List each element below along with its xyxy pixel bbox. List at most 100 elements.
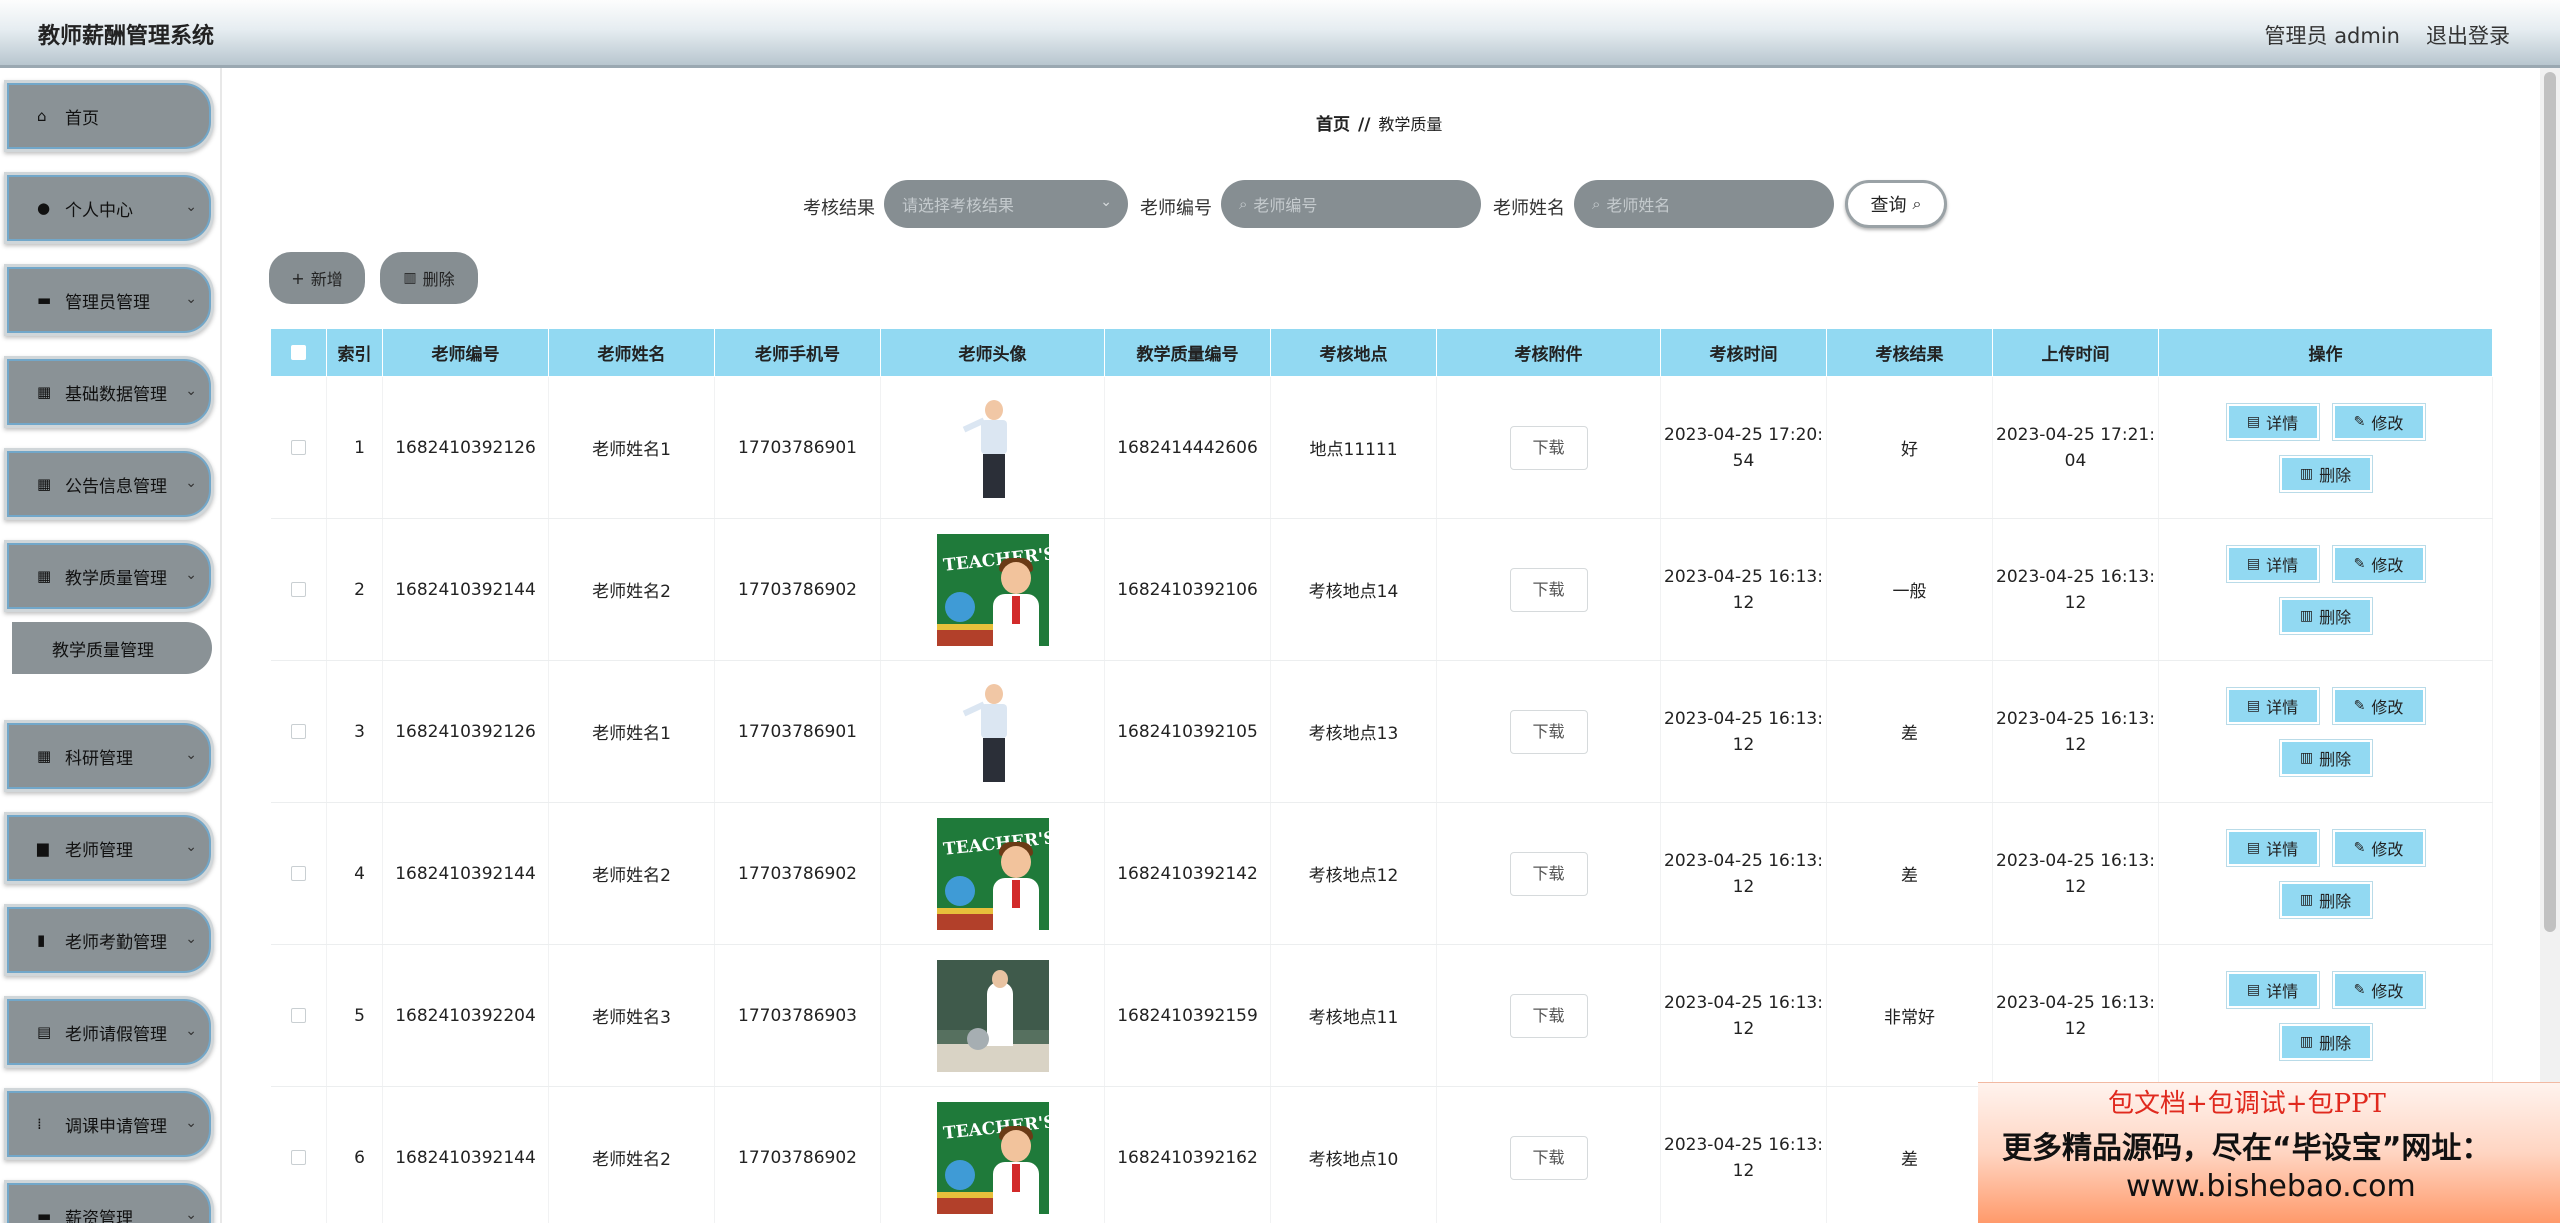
- sidebar-item-9[interactable]: ▤ 老师请假管理 ⌄: [4, 996, 214, 1068]
- row-checkbox[interactable]: [290, 1150, 306, 1165]
- result-cell: 好: [1826, 376, 1993, 519]
- plus-icon: +: [291, 268, 305, 288]
- row-select-cell: [270, 944, 327, 1087]
- logout-link[interactable]: 退出登录: [2426, 20, 2510, 50]
- breadcrumb-home[interactable]: 首页: [1316, 115, 1350, 135]
- sidebar-item-label: 首页: [65, 108, 99, 129]
- teacher-no-cell: 1682410392126: [382, 660, 549, 803]
- location-cell: 考核地点11: [1270, 944, 1437, 1087]
- delete-selected-button[interactable]: ▥ 删除: [380, 252, 478, 304]
- sidebar-item-10[interactable]: ⁞ 调课申请管理 ⌄: [4, 1088, 214, 1160]
- sidebar-item-4[interactable]: ▦ 公告信息管理 ⌄: [4, 448, 214, 520]
- operations-cell: ▤ 详情 ✎ 修改 ▥ 删除: [2158, 802, 2493, 945]
- teacher-no-input[interactable]: ⌕ 老师编号: [1221, 180, 1481, 228]
- delete-row-button[interactable]: ▥ 删除: [2279, 739, 2372, 776]
- detail-button[interactable]: ▤ 详情: [2226, 545, 2319, 582]
- detail-button[interactable]: ▤ 详情: [2226, 829, 2319, 866]
- pencil-icon: ✎: [2353, 839, 2366, 856]
- edit-label: 修改: [2371, 839, 2404, 859]
- teacher-no-filter-label: 老师编号: [1140, 198, 1212, 219]
- result-cell: 差: [1826, 802, 1993, 945]
- edit-button[interactable]: ✎ 修改: [2332, 687, 2425, 724]
- trash-icon: ▥: [2299, 749, 2314, 766]
- delete-row-button[interactable]: ▥ 删除: [2279, 597, 2372, 634]
- avatar-books: [936, 1191, 993, 1214]
- delete-row-button[interactable]: ▥ 删除: [2279, 881, 2372, 918]
- teacher-name-cell: 老师姓名2: [548, 802, 715, 945]
- download-button[interactable]: 下载: [1509, 993, 1588, 1038]
- upload-time-date: 2023-04-25 16:13:: [1996, 992, 2155, 1013]
- exam-time-cell: 2023-04-25 16:13: 12: [1660, 1086, 1827, 1223]
- select-all-checkbox[interactable]: [291, 345, 306, 360]
- exam-time-date: 2023-04-25 16:13:: [1664, 566, 1823, 587]
- operations-row: ▤ 详情 ✎ 修改: [2159, 971, 2492, 1008]
- sidebar-item-1[interactable]: ● 个人中心 ⌄: [4, 172, 214, 244]
- download-button[interactable]: 下载: [1509, 709, 1588, 754]
- row-checkbox[interactable]: [290, 1008, 306, 1023]
- sidebar-item-0[interactable]: ⌂ 首页: [4, 80, 214, 152]
- quality-no-cell: 1682414442606: [1104, 376, 1271, 519]
- teacher-name-cell: 老师姓名2: [548, 518, 715, 661]
- chevron-down-icon: ⌄: [185, 475, 197, 491]
- operations-row: ▥ 删除: [2159, 1023, 2492, 1060]
- teacher-name-input[interactable]: ⌕ 老师姓名: [1574, 180, 1834, 228]
- promo-url: www.bishebao.com: [2126, 1169, 2416, 1204]
- delete-row-button[interactable]: ▥ 删除: [2279, 1023, 2372, 1060]
- exam-time-seconds: 12: [1732, 1160, 1755, 1181]
- document-icon: ▤: [2246, 413, 2261, 430]
- row-checkbox[interactable]: [290, 724, 306, 739]
- sidebar-item-label: 科研管理: [65, 748, 133, 769]
- edit-button[interactable]: ✎ 修改: [2332, 829, 2425, 866]
- detail-button[interactable]: ▤ 详情: [2226, 971, 2319, 1008]
- edit-button[interactable]: ✎ 修改: [2332, 403, 2425, 440]
- download-button[interactable]: 下载: [1509, 425, 1588, 470]
- grid-icon: ▦: [37, 567, 52, 585]
- add-button[interactable]: + 新增: [269, 252, 365, 304]
- row-checkbox[interactable]: [290, 582, 306, 597]
- row-select-cell: [270, 376, 327, 519]
- edit-button[interactable]: ✎ 修改: [2332, 545, 2425, 582]
- avatar-cell: TEACHER'S: [880, 518, 1105, 661]
- avatar-phead: [991, 969, 1008, 988]
- delete-row-button[interactable]: ▥ 删除: [2279, 455, 2372, 492]
- download-button[interactable]: 下载: [1509, 567, 1588, 612]
- upload-time-seconds: 04: [2064, 450, 2087, 471]
- document-icon: ▤: [2246, 697, 2261, 714]
- detail-button[interactable]: ▤ 详情: [2226, 687, 2319, 724]
- upload-time-date: 2023-04-25 16:13:: [1996, 850, 2155, 871]
- sidebar-item-7[interactable]: ▆ 老师管理 ⌄: [4, 812, 214, 884]
- teacher-no-cell: 1682410392144: [382, 518, 549, 661]
- column-header: 上传时间: [1992, 328, 2159, 377]
- result-select-placeholder: 请选择考核结果: [902, 196, 1015, 215]
- operations-row: ▥ 删除: [2159, 597, 2492, 634]
- result-select[interactable]: 请选择考核结果 ⌄: [884, 180, 1128, 228]
- quality-no-cell: 1682410392162: [1104, 1086, 1271, 1223]
- sidebar-item-2[interactable]: ▬ 管理员管理 ⌄: [4, 264, 214, 336]
- edit-button[interactable]: ✎ 修改: [2332, 971, 2425, 1008]
- detail-button[interactable]: ▤ 详情: [2226, 403, 2319, 440]
- query-button-label: 查询: [1870, 195, 1907, 216]
- page-scrollbar[interactable]: [2540, 68, 2560, 1223]
- sidebar-item-5[interactable]: ▦ 教学质量管理 ⌄: [4, 540, 214, 612]
- scrollbar-thumb[interactable]: [2544, 72, 2556, 932]
- attachment-cell: 下载: [1436, 376, 1661, 519]
- sidebar-item-6[interactable]: ▦ 科研管理 ⌄: [4, 720, 214, 792]
- phone-cell: 17703786901: [714, 376, 881, 519]
- download-button[interactable]: 下载: [1509, 1135, 1588, 1180]
- apps-icon: ⁞: [37, 1115, 42, 1133]
- delete-label: 删除: [2319, 749, 2352, 769]
- row-checkbox[interactable]: [290, 440, 306, 455]
- exam-time-date: 2023-04-25 16:13:: [1664, 708, 1823, 729]
- query-button[interactable]: 查询 ⌕: [1845, 180, 1947, 228]
- attachment-cell: 下载: [1436, 1086, 1661, 1223]
- row-checkbox[interactable]: [290, 866, 306, 881]
- location-cell: 考核地点13: [1270, 660, 1437, 803]
- chat-icon: ▬: [37, 291, 52, 309]
- document-icon: ▤: [2246, 555, 2261, 572]
- sidebar-item-8[interactable]: ▮ 老师考勤管理 ⌄: [4, 904, 214, 976]
- sidebar-item-11[interactable]: ▬ 薪资管理 ⌄: [4, 1180, 214, 1223]
- download-button[interactable]: 下载: [1509, 851, 1588, 896]
- sidebar-item-3[interactable]: ▦ 基础数据管理 ⌄: [4, 356, 214, 428]
- promo-line-1: 包文档+包调试+包PPT: [2108, 1089, 2386, 1119]
- submenu-item-quality[interactable]: 教学质量管理: [12, 622, 212, 674]
